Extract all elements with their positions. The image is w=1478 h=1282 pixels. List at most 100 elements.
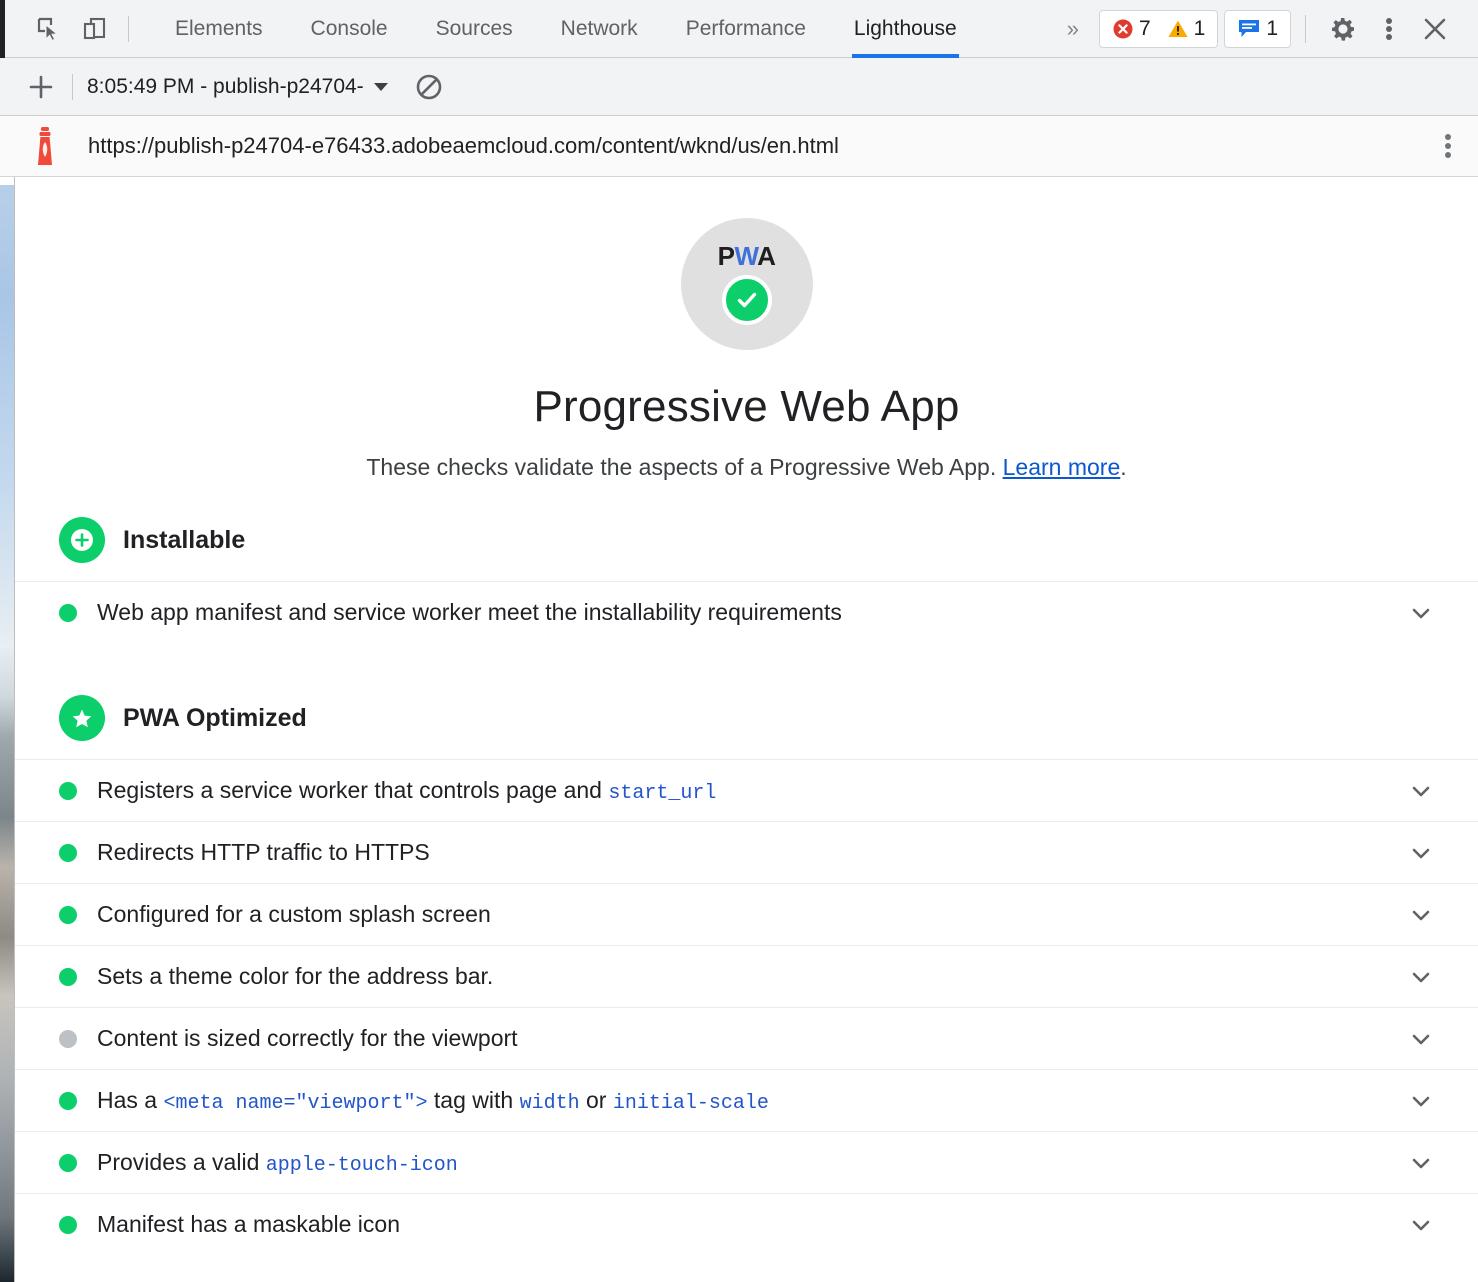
check-icon xyxy=(722,275,772,325)
audit-row[interactable]: Provides a valid apple-touch-icon xyxy=(15,1131,1478,1193)
audit-label: Manifest has a maskable icon xyxy=(97,1211,400,1238)
pwa-letter-w: W xyxy=(734,241,757,271)
audit-row[interactable]: Has a <meta name="viewport"> tag with wi… xyxy=(15,1069,1478,1131)
audit-label: Sets a theme color for the address bar. xyxy=(97,963,493,990)
group-title: Installable xyxy=(123,526,245,555)
device-toolbar-icon[interactable] xyxy=(72,6,118,52)
star-icon xyxy=(59,695,105,741)
status-dot-not-applicable xyxy=(59,1030,77,1048)
audit-row[interactable]: Web app manifest and service worker meet… xyxy=(15,581,1478,643)
description-period: . xyxy=(1120,454,1126,480)
audit-text-part: Registers a service worker that controls… xyxy=(97,777,608,803)
issue-counters[interactable]: 7 1 xyxy=(1099,10,1218,48)
report-options-icon[interactable] xyxy=(1444,131,1452,161)
audit-row[interactable]: Registers a service worker that controls… xyxy=(15,759,1478,821)
chevron-down-icon xyxy=(374,83,388,91)
inspect-element-icon[interactable] xyxy=(26,6,72,52)
status-dot-pass xyxy=(59,968,77,986)
chevron-down-icon[interactable] xyxy=(1408,1150,1434,1176)
audit-row[interactable]: Redirects HTTP traffic to HTTPS xyxy=(15,821,1478,883)
audit-code-part: initial-scale xyxy=(613,1092,769,1115)
pwa-letter-p: P xyxy=(718,241,735,271)
new-report-button[interactable] xyxy=(24,70,58,104)
error-count: 7 xyxy=(1139,17,1151,41)
audit-code-part: <meta name="viewport"> xyxy=(163,1092,427,1115)
clear-reports-button[interactable] xyxy=(414,72,444,102)
inspected-page-sliver xyxy=(0,177,14,1282)
tab-label: Lighthouse xyxy=(854,17,957,41)
status-dot-pass xyxy=(59,1154,77,1172)
tab-console[interactable]: Console xyxy=(287,0,412,58)
audit-row[interactable]: Content is sized correctly for the viewp… xyxy=(15,1007,1478,1069)
tab-network[interactable]: Network xyxy=(537,0,662,58)
chevron-down-icon[interactable] xyxy=(1408,902,1434,928)
pwa-gauge[interactable]: PWA xyxy=(681,218,813,350)
devtools-toolbar-right: » 7 1 xyxy=(1051,6,1478,52)
audit-row[interactable]: Manifest has a maskable icon xyxy=(15,1193,1478,1255)
plus-circle-icon xyxy=(59,517,105,563)
report-run-label: 8:05:49 PM - publish-p24704- xyxy=(87,75,364,99)
chevron-down-icon[interactable] xyxy=(1408,600,1434,626)
toolbar-divider xyxy=(128,16,129,42)
audit-text-part: Has a xyxy=(97,1087,163,1113)
clear-icon xyxy=(414,72,444,102)
message-count: 1 xyxy=(1266,17,1278,41)
chevron-down-icon[interactable] xyxy=(1408,1026,1434,1052)
lh-toolbar-divider xyxy=(72,74,73,100)
status-dot-pass xyxy=(59,1092,77,1110)
gauge-wrapper: PWA xyxy=(15,218,1478,350)
status-dot-pass xyxy=(59,906,77,924)
gear-icon[interactable] xyxy=(1320,6,1366,52)
warning-counter[interactable]: 1 xyxy=(1167,17,1206,41)
toolbar-divider-2 xyxy=(1305,15,1306,43)
warning-count: 1 xyxy=(1194,17,1206,41)
audit-label: Redirects HTTP traffic to HTTPS xyxy=(97,839,430,866)
report-run-selector[interactable]: 8:05:49 PM - publish-p24704- xyxy=(87,75,388,99)
audit-label: Provides a valid apple-touch-icon xyxy=(97,1149,458,1177)
status-dot-pass xyxy=(59,604,77,622)
audit-text-part: or xyxy=(580,1087,613,1113)
audit-row[interactable]: Configured for a custom splash screen xyxy=(15,883,1478,945)
tab-label: Network xyxy=(561,17,638,41)
status-dot-pass xyxy=(59,782,77,800)
audit-code-part: apple-touch-icon xyxy=(266,1154,458,1177)
description-text: These checks validate the aspects of a P… xyxy=(366,454,1002,480)
learn-more-link[interactable]: Learn more xyxy=(1003,454,1121,480)
group-header-installable: Installable xyxy=(15,517,1478,563)
message-counter[interactable]: 1 xyxy=(1224,10,1291,48)
chevron-down-icon[interactable] xyxy=(1408,1088,1434,1114)
more-options-icon[interactable] xyxy=(1366,6,1412,52)
tab-sources[interactable]: Sources xyxy=(412,0,537,58)
group-title: PWA Optimized xyxy=(123,704,307,733)
group-header-pwa-optimized: PWA Optimized xyxy=(15,695,1478,741)
tab-performance[interactable]: Performance xyxy=(662,0,830,58)
tab-elements[interactable]: Elements xyxy=(151,0,287,58)
chevron-down-icon[interactable] xyxy=(1408,964,1434,990)
tab-label: Elements xyxy=(175,17,263,41)
status-dot-pass xyxy=(59,1216,77,1234)
chevron-down-icon[interactable] xyxy=(1408,1212,1434,1238)
message-counter-inner: 1 xyxy=(1237,17,1278,41)
audit-label: Has a <meta name="viewport"> tag with wi… xyxy=(97,1087,769,1115)
chevron-down-icon[interactable] xyxy=(1408,778,1434,804)
audit-label: Configured for a custom splash screen xyxy=(97,901,491,928)
tab-lighthouse[interactable]: Lighthouse xyxy=(830,0,981,58)
error-counter[interactable]: 7 xyxy=(1112,17,1151,41)
pwa-wordmark: PWA xyxy=(718,243,776,269)
tab-label: Performance xyxy=(686,17,806,41)
audit-row[interactable]: Sets a theme color for the address bar. xyxy=(15,945,1478,1007)
category-header: PWA Progressive Web App These checks val… xyxy=(15,178,1478,481)
close-icon[interactable] xyxy=(1412,6,1458,52)
report-urlbar: https://publish-p24704-e76433.adobeaemcl… xyxy=(0,116,1478,177)
audit-text-part: Web app manifest and service worker meet… xyxy=(97,599,842,625)
more-tabs-icon[interactable]: » xyxy=(1051,16,1093,42)
devtools-tabbar: Elements Console Sources Network Perform… xyxy=(0,0,1478,58)
page-title: Progressive Web App xyxy=(15,382,1478,432)
audited-url[interactable]: https://publish-p24704-e76433.adobeaemcl… xyxy=(88,133,839,159)
warning-icon xyxy=(1167,18,1189,40)
audit-label: Web app manifest and service worker meet… xyxy=(97,599,842,626)
lighthouse-report: PWA Progressive Web App These checks val… xyxy=(15,178,1478,1282)
audit-text-part: tag with xyxy=(428,1087,520,1113)
chevron-down-icon[interactable] xyxy=(1408,840,1434,866)
devtools-window: Elements Console Sources Network Perform… xyxy=(0,0,1478,1282)
